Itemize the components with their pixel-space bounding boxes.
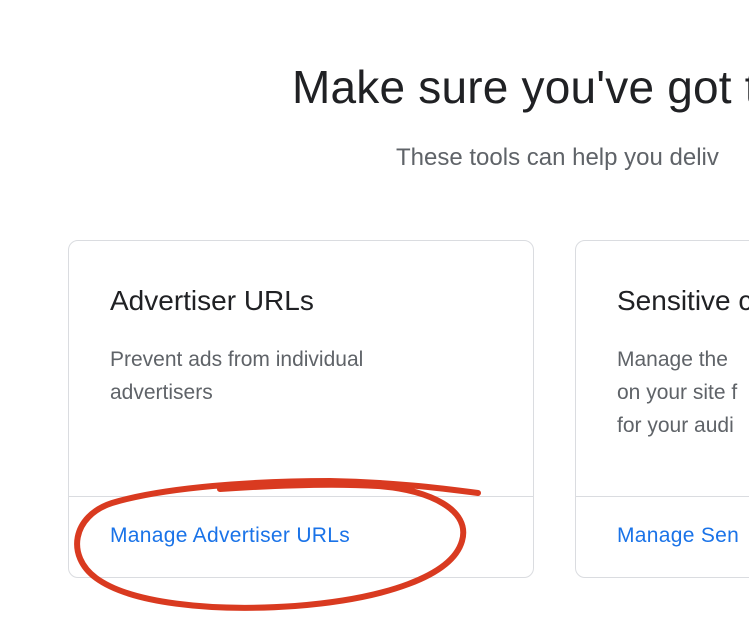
card-advertiser-urls: Advertiser URLs Prevent ads from individ…: [68, 240, 534, 578]
card-description: Manage the on your site f for your audi: [617, 343, 749, 442]
card-description-line: for your audi: [617, 414, 734, 437]
page: Make sure you've got t These tools can h…: [0, 0, 749, 631]
card-divider: [69, 496, 533, 497]
page-subheadline: These tools can help you deliv: [396, 144, 719, 171]
manage-sensitive-categories-link[interactable]: Manage Sen: [617, 524, 739, 548]
card-description-line: on your site f: [617, 381, 738, 404]
card-description-line: Manage the: [617, 348, 728, 371]
card-title: Sensitive c: [617, 285, 749, 316]
card-description: Prevent ads from individual advertisers: [110, 348, 364, 404]
manage-advertiser-urls-link[interactable]: Manage Advertiser URLs: [110, 524, 350, 548]
card-sensitive-categories: Sensitive c Manage the on your site f for …: [575, 240, 749, 578]
card-divider: [576, 496, 749, 497]
page-headline: Make sure you've got t: [292, 61, 749, 113]
card-title: Advertiser URLs: [110, 285, 314, 316]
